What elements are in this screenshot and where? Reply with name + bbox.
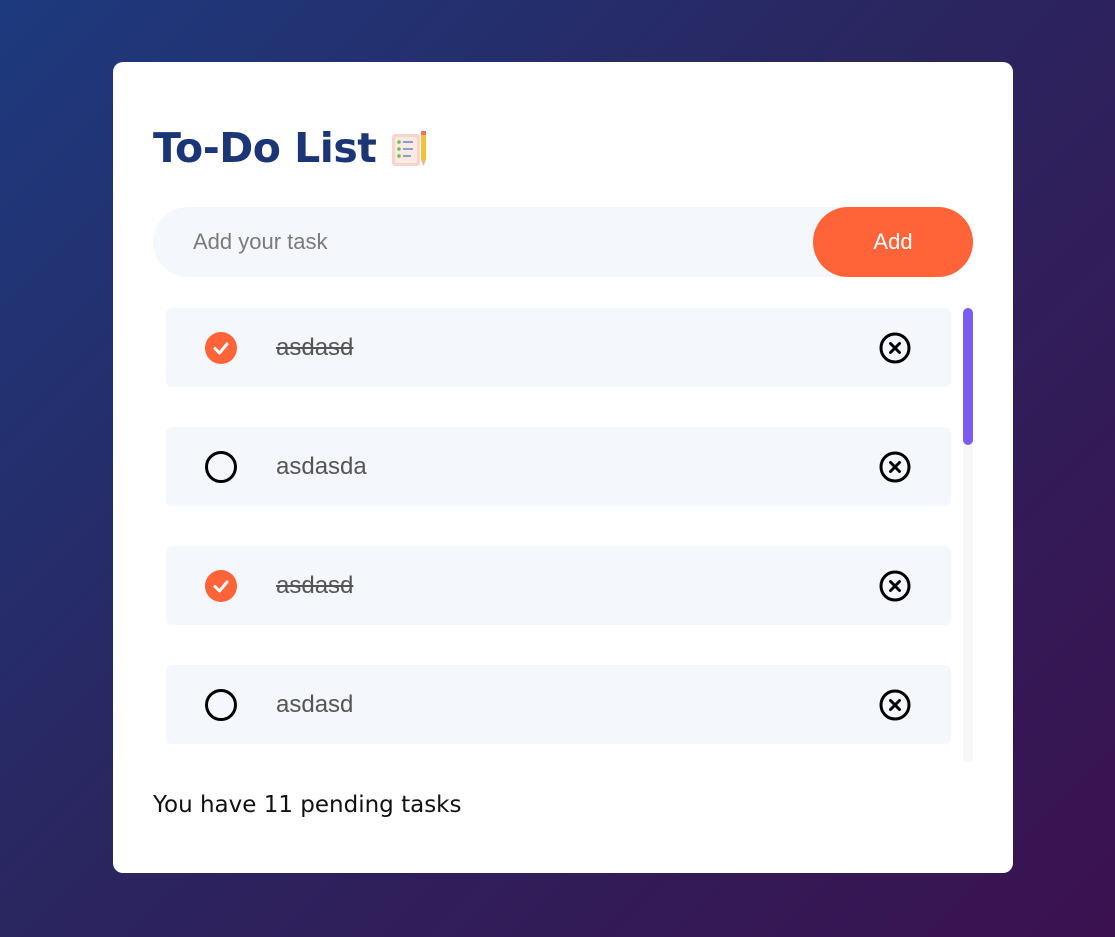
- unchecked-checkbox[interactable]: [205, 451, 237, 483]
- scrollbar-thumb[interactable]: [963, 308, 973, 445]
- task-input-row: Add: [153, 207, 973, 277]
- close-circle-icon[interactable]: [878, 450, 912, 484]
- task-text: asdasda: [276, 453, 367, 480]
- close-circle-icon[interactable]: [878, 569, 912, 603]
- task-text: asdasd: [276, 334, 354, 361]
- list-item[interactable]: asdasd: [166, 665, 951, 744]
- checkmark-icon: [213, 580, 229, 593]
- close-circle-icon[interactable]: [878, 331, 912, 365]
- close-circle-icon[interactable]: [878, 688, 912, 722]
- list-item[interactable]: asdasda: [166, 427, 951, 506]
- list-item[interactable]: asdasd: [166, 308, 951, 387]
- unchecked-checkbox[interactable]: [205, 689, 237, 721]
- checked-checkbox[interactable]: [205, 332, 237, 364]
- task-list: asdasd asdasda asdasd asdasd: [166, 308, 951, 762]
- list-item[interactable]: asdasd: [166, 546, 951, 625]
- scrollbar[interactable]: [963, 308, 973, 762]
- task-text: asdasd: [276, 572, 354, 599]
- checkmark-icon: [213, 342, 229, 355]
- task-input[interactable]: [153, 207, 813, 277]
- task-text: asdasd: [276, 691, 354, 718]
- pending-count: You have 11 pending tasks: [153, 792, 462, 818]
- todo-card: To-Do List Add your task Add asdasd asda…: [113, 62, 1013, 873]
- page-title: To-Do List: [153, 124, 377, 172]
- header: To-Do List: [153, 124, 428, 172]
- checked-checkbox[interactable]: [205, 570, 237, 602]
- notepad-pencil-icon: [390, 128, 428, 168]
- add-button[interactable]: Add: [813, 207, 973, 277]
